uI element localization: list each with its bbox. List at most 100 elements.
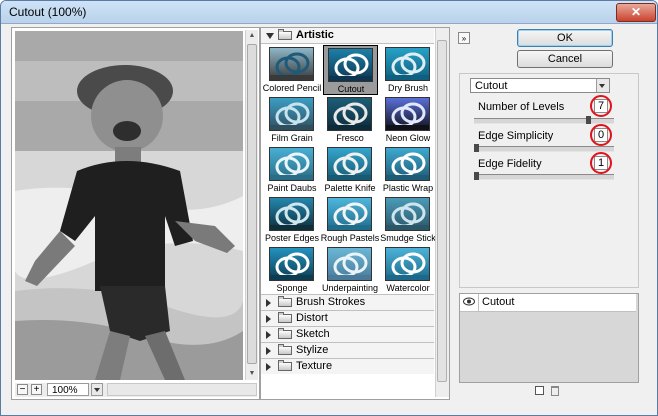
folder-icon: [278, 328, 292, 339]
slider-thumb[interactable]: [474, 172, 479, 180]
scroll-up-icon[interactable]: ▲: [248, 32, 256, 40]
filter-thumb-smudge-stick[interactable]: Smudge Stick: [380, 195, 436, 245]
number-of-levels-slider[interactable]: [474, 116, 614, 124]
filter-thumb-cutout[interactable]: Cutout: [323, 45, 378, 95]
filter-gallery: Artistic Colored Pencil Cutout Dry Brush Fi…: [260, 27, 450, 400]
category-label: Brush Strokes: [296, 296, 366, 308]
collapsed-triangle-icon: [266, 331, 271, 339]
ok-button[interactable]: OK: [517, 29, 613, 47]
filter-preview-image: [385, 97, 430, 131]
filter-thumb-rough-pastels[interactable]: Rough Pastels: [321, 195, 379, 245]
preview-zoom-bar: − + 100%: [15, 383, 257, 397]
preview-horizontal-scrollbar[interactable]: [107, 383, 257, 396]
scroll-down-icon[interactable]: ▼: [248, 370, 256, 378]
filter-select-value: Cutout: [475, 80, 508, 92]
filter-thumb-palette-knife[interactable]: Palette Knife: [323, 145, 378, 195]
folder-icon: [278, 360, 292, 371]
filter-thumb-dry-brush[interactable]: Dry Brush: [381, 45, 436, 95]
preview-pane: ▲ ▼ − + 100%: [11, 27, 260, 400]
category-texture[interactable]: Texture: [261, 358, 434, 374]
title-bar[interactable]: Cutout (100%) ✕: [1, 1, 657, 24]
filter-label: Sponge: [276, 283, 308, 293]
chevron-down-icon[interactable]: [596, 79, 609, 92]
filter-preview-image: [269, 97, 314, 131]
filter-thumb-watercolor[interactable]: Watercolor: [381, 245, 436, 295]
category-brush-strokes[interactable]: Brush Strokes: [261, 294, 434, 310]
filter-thumb-plastic-wrap[interactable]: Plastic Wrap: [381, 145, 436, 195]
window-title: Cutout (100%): [9, 5, 87, 19]
preview-vertical-scrollbar[interactable]: ▲ ▼: [245, 30, 258, 380]
filter-label: Watercolor: [386, 283, 430, 293]
collapsed-triangle-icon: [266, 347, 271, 355]
folder-icon: [278, 296, 292, 307]
filter-gallery-window: Cutout (100%) ✕ ▲ ▼ − + 100% Artistic Co…: [0, 0, 658, 416]
highlight-ring: [590, 124, 612, 146]
category-label: Distort: [296, 312, 328, 324]
filter-preview-image: [327, 147, 372, 181]
filter-select[interactable]: Cutout: [470, 78, 610, 93]
minus-icon: −: [19, 384, 26, 395]
trash-icon[interactable]: [551, 386, 559, 396]
highlight-ring: [590, 152, 612, 174]
scroll-thumb[interactable]: [247, 44, 257, 364]
folder-icon: [278, 312, 292, 323]
filter-preview-image: [385, 247, 430, 281]
filter-preview-image: [269, 147, 314, 181]
filter-label: Rough Pastels: [320, 233, 380, 243]
filter-thumb-fresco[interactable]: Fresco: [323, 95, 378, 145]
category-label: Stylize: [296, 344, 329, 356]
divider: [478, 294, 479, 311]
filter-thumb-poster-edges[interactable]: Poster Edges: [265, 195, 320, 245]
new-effect-layer-icon[interactable]: [535, 386, 544, 395]
filter-thumb-underpainting[interactable]: Underpainting: [322, 245, 378, 295]
collapsed-triangle-icon: [266, 363, 271, 371]
zoom-in-button[interactable]: +: [31, 384, 42, 395]
edge-simplicity-slider[interactable]: [474, 144, 614, 152]
filter-label: Neon Glow: [385, 133, 431, 143]
filter-thumb-paint-daubs[interactable]: Paint Daubs: [265, 145, 320, 195]
close-button[interactable]: ✕: [616, 3, 656, 22]
plus-icon: +: [33, 384, 40, 395]
double-chevron-icon: »: [461, 34, 467, 43]
filter-preview-image: [328, 48, 373, 82]
category-artistic[interactable]: Artistic: [261, 28, 434, 44]
filter-preview-image: [327, 247, 372, 281]
filter-thumb-neon-glow[interactable]: Neon Glow: [381, 95, 436, 145]
filter-label: Smudge Stick: [380, 233, 436, 243]
slider-thumb[interactable]: [474, 144, 479, 152]
preview-image[interactable]: [15, 31, 243, 380]
filter-label: Fresco: [336, 133, 364, 143]
eye-icon[interactable]: [463, 297, 475, 306]
gallery-scroll-thumb[interactable]: [437, 40, 447, 382]
category-distort[interactable]: Distort: [261, 310, 434, 326]
filter-label: Paint Daubs: [267, 183, 317, 193]
collapse-gallery-button[interactable]: »: [458, 32, 470, 44]
expanded-triangle-icon: [266, 33, 274, 39]
filter-label: Poster Edges: [264, 233, 320, 243]
filter-thumb-film-grain[interactable]: Film Grain: [265, 95, 320, 145]
filter-label: Colored Pencil: [262, 83, 322, 93]
filter-thumb-sponge[interactable]: Sponge: [265, 245, 320, 295]
zoom-level-field[interactable]: 100%: [47, 383, 89, 396]
filter-label: Palette Knife: [324, 183, 376, 193]
slider-thumb[interactable]: [586, 116, 591, 124]
category-label: Sketch: [296, 328, 330, 340]
edge-fidelity-label: Edge Fidelity: [478, 158, 542, 170]
filter-thumb-colored-pencil[interactable]: Colored Pencil: [263, 45, 321, 95]
filter-label: Film Grain: [271, 133, 313, 143]
filter-label: Underpainting: [321, 283, 379, 293]
number-of-levels-label: Number of Levels: [478, 101, 565, 113]
cancel-button[interactable]: Cancel: [517, 50, 613, 68]
gallery-scrollbar[interactable]: [435, 28, 449, 397]
filter-label: Dry Brush: [387, 83, 428, 93]
zoom-dropdown-button[interactable]: [91, 383, 103, 396]
filter-preview-image: [327, 97, 372, 131]
zoom-out-button[interactable]: −: [17, 384, 28, 395]
highlight-ring: [590, 95, 612, 117]
edge-fidelity-slider[interactable]: [474, 172, 614, 180]
category-stylize[interactable]: Stylize: [261, 342, 434, 358]
filter-preview-image: [385, 147, 430, 181]
effect-layer-row[interactable]: Cutout: [460, 294, 636, 312]
effect-layers-panel: Cutout: [459, 293, 639, 383]
category-sketch[interactable]: Sketch: [261, 326, 434, 342]
